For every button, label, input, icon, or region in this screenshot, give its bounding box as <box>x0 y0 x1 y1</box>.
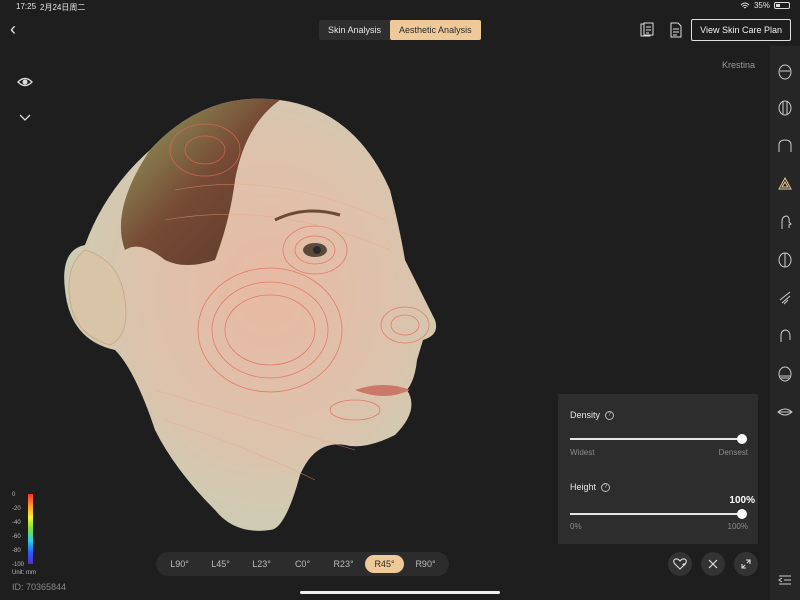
home-indicator <box>300 591 500 594</box>
angle-l45[interactable]: L45° <box>201 555 240 573</box>
angle-r23[interactable]: R23° <box>324 555 363 573</box>
status-bar: 17:25 2月24日周二 35% <box>0 0 800 14</box>
battery-percent: 35% <box>753 1 770 10</box>
density-max: Densest <box>718 448 748 457</box>
chevron-down-icon[interactable] <box>18 110 32 124</box>
height-max: 100% <box>727 522 748 531</box>
compare-report-icon[interactable] <box>640 22 654 38</box>
height-value: 100% <box>729 495 755 506</box>
height-range: 0% 100% <box>570 522 748 531</box>
profile-icon[interactable] <box>777 214 793 230</box>
height-slider-handle[interactable] <box>737 509 747 519</box>
height-label: Height <box>570 482 597 492</box>
document-export-icon[interactable] <box>669 22 683 38</box>
view-angle-selector: L90° L45° L23° C0° R23° R45° R90° <box>156 552 449 576</box>
eye-icon[interactable] <box>17 74 33 90</box>
density-min: Widest <box>570 448 595 457</box>
feature-sidebar <box>770 46 800 600</box>
legend-color-bar <box>28 494 33 564</box>
help-icon[interactable]: ? <box>605 410 615 420</box>
legend-unit: Unit: mm <box>12 570 36 576</box>
forehead-grid-icon[interactable] <box>777 100 793 116</box>
legend-tick: -100 <box>12 562 25 568</box>
close-icon <box>708 559 718 569</box>
height-label-row: Height ? <box>570 482 611 492</box>
heart-plus-icon <box>673 558 687 570</box>
face-half-icon[interactable] <box>777 252 793 268</box>
collapse-menu-icon[interactable] <box>777 572 793 588</box>
height-min: 0% <box>570 522 582 531</box>
contour-map-icon[interactable] <box>777 176 793 192</box>
ear-icon[interactable] <box>777 328 793 344</box>
depth-legend: 0 -20 -40 -60 -80 -100 Unit: mm <box>10 490 50 580</box>
face-outline-icon[interactable] <box>777 64 793 80</box>
tab-skin-analysis[interactable]: Skin Analysis <box>319 20 390 40</box>
height-slider[interactable] <box>570 509 747 519</box>
tab-aesthetic-analysis[interactable]: Aesthetic Analysis <box>390 20 481 40</box>
battery-icon <box>774 2 790 9</box>
help-icon[interactable]: ? <box>601 482 611 492</box>
face-contour-3d-render[interactable] <box>55 90 455 540</box>
density-label: Density <box>570 410 601 420</box>
angle-c0[interactable]: C0° <box>283 555 322 573</box>
density-slider[interactable] <box>570 434 747 444</box>
legend-tick: -20 <box>12 506 21 512</box>
legend-tick: -80 <box>12 548 21 554</box>
contour-settings-panel: Density ? Widest Densest Height ? 100% 0… <box>558 394 758 544</box>
angle-r90[interactable]: R90° <box>406 555 445 573</box>
status-time: 17:25 <box>16 2 37 11</box>
angle-l23[interactable]: L23° <box>242 555 281 573</box>
brow-icon[interactable] <box>777 138 793 154</box>
top-bar: ‹ Skin Analysis Aesthetic Analysis View … <box>0 14 800 46</box>
legend-tick: -60 <box>12 534 21 540</box>
status-right: 35% <box>740 1 790 10</box>
close-button[interactable] <box>701 552 725 576</box>
legend-tick: -40 <box>12 520 21 526</box>
view-skin-care-plan-button[interactable]: View Skin Care Plan <box>691 19 791 41</box>
session-id: ID: 70365844 <box>12 582 67 592</box>
legend-tick: 0 <box>12 492 16 498</box>
density-slider-handle[interactable] <box>737 434 747 444</box>
lips-icon[interactable] <box>777 404 793 420</box>
analysis-tabs: Skin Analysis Aesthetic Analysis <box>319 20 481 40</box>
density-range: Widest Densest <box>570 448 748 457</box>
status-date: 2月24日周二 <box>40 3 86 12</box>
user-name: Krestina <box>722 60 756 70</box>
expand-arrows-icon <box>741 559 751 569</box>
jawline-icon[interactable] <box>777 290 793 306</box>
expand-button[interactable] <box>734 552 758 576</box>
favorite-button[interactable] <box>668 552 692 576</box>
chin-icon[interactable] <box>777 366 793 382</box>
angle-r45[interactable]: R45° <box>365 555 404 573</box>
back-chevron-icon[interactable]: ‹ <box>10 20 28 38</box>
wifi-icon <box>740 2 750 8</box>
density-label-row: Density ? <box>570 410 615 420</box>
angle-l90[interactable]: L90° <box>160 555 199 573</box>
